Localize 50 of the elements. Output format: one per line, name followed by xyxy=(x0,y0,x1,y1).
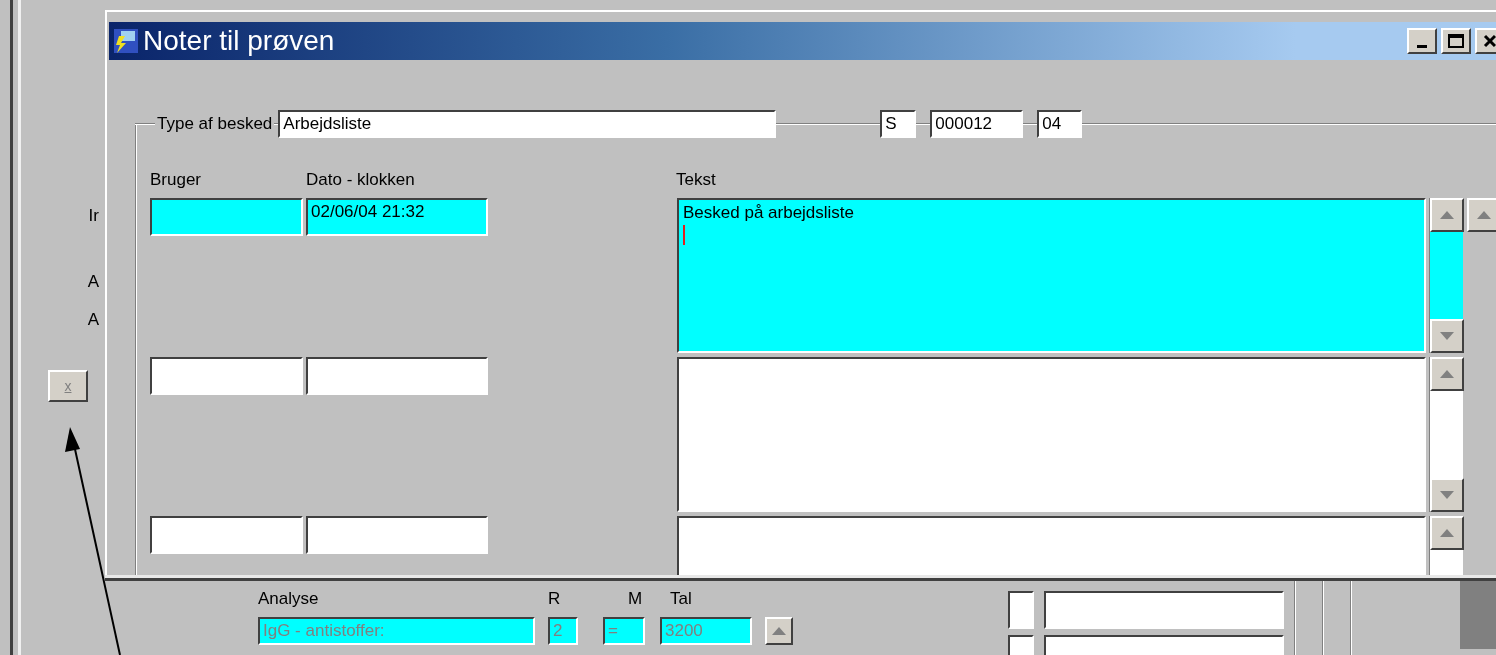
down-arrow-icon xyxy=(1440,332,1454,340)
scroll-up-button[interactable] xyxy=(765,617,793,645)
minimize-button[interactable] xyxy=(1407,28,1437,54)
user-field[interactable] xyxy=(150,516,303,554)
scrollbar[interactable] xyxy=(1429,198,1463,353)
column-label: R xyxy=(548,589,562,609)
minimize-icon xyxy=(1417,44,1427,48)
app-icon xyxy=(113,28,139,54)
input-field[interactable] xyxy=(1008,591,1034,629)
up-arrow-icon xyxy=(1440,370,1454,378)
field-label: Ir xyxy=(88,205,100,227)
close-icon xyxy=(1483,34,1496,48)
scroll-up-button[interactable] xyxy=(1430,198,1464,232)
column-label: Tekst xyxy=(676,170,716,189)
maximize-button[interactable] xyxy=(1441,28,1471,54)
column-label: M xyxy=(627,589,644,609)
input-field[interactable] xyxy=(1044,591,1284,629)
close-button[interactable] xyxy=(1475,28,1496,54)
column-label: Bruger xyxy=(150,170,202,189)
text-cursor xyxy=(683,225,685,245)
scroll-down-button[interactable] xyxy=(1430,319,1464,353)
dark-panel xyxy=(1460,581,1496,649)
scroll-down-button[interactable] xyxy=(1430,478,1464,512)
user-field[interactable] xyxy=(150,198,303,236)
column-label: Tal xyxy=(669,589,693,609)
scrollbar[interactable] xyxy=(1429,357,1463,512)
message-type-field[interactable]: Arbejdsliste xyxy=(278,110,777,138)
date-time-field[interactable]: 02/06/04 21:32 xyxy=(306,198,488,236)
up-arrow-icon xyxy=(1477,211,1491,219)
scroll-up-button[interactable] xyxy=(1430,357,1464,391)
note-text-area[interactable]: Besked på arbejdsliste xyxy=(677,198,1426,353)
sample-id-field[interactable]: 04 xyxy=(1037,110,1083,138)
sample-id-field[interactable]: 000012 xyxy=(930,110,1024,138)
up-arrow-icon xyxy=(772,627,786,635)
date-time-field[interactable] xyxy=(306,516,488,554)
window-title: Noter til prøven xyxy=(143,25,336,57)
field-label: A xyxy=(87,271,100,293)
maximize-icon xyxy=(1448,34,1464,48)
field-label: A xyxy=(87,309,100,331)
up-arrow-icon xyxy=(1440,529,1454,537)
column-label: Dato - klokken xyxy=(306,170,415,189)
scroll-up-button[interactable] xyxy=(1430,516,1464,550)
column-label: Analyse xyxy=(258,589,320,609)
group-label: Type af besked xyxy=(156,114,274,134)
down-arrow-icon xyxy=(1440,491,1454,499)
date-time-field[interactable] xyxy=(306,357,488,395)
scroll-up-button[interactable] xyxy=(1467,198,1496,232)
up-arrow-icon xyxy=(1440,211,1454,219)
user-field[interactable] xyxy=(150,357,303,395)
sample-id-field[interactable]: S xyxy=(880,110,917,138)
